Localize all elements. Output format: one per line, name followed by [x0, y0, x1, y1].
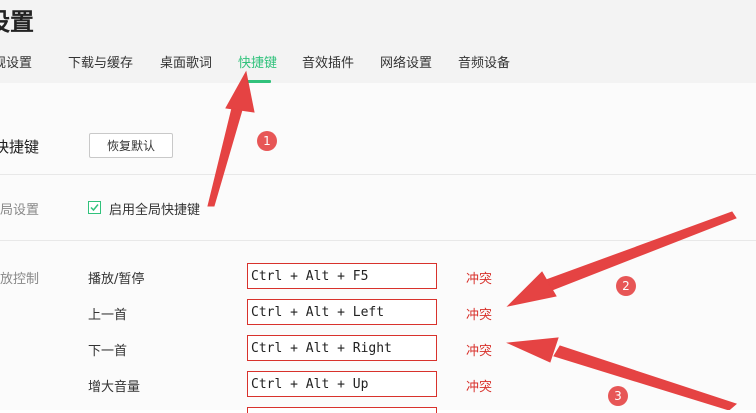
enable-global-hotkeys-checkbox[interactable]: [88, 201, 101, 214]
conflict-link-next[interactable]: 冲突: [466, 340, 492, 359]
hotkey-input-play-pause[interactable]: [247, 263, 437, 289]
restore-defaults-button[interactable]: 恢复默认: [89, 133, 173, 158]
tab-sound-plugins[interactable]: 音效插件: [302, 52, 354, 71]
enable-global-hotkeys-label: 启用全局快捷键: [109, 203, 201, 218]
playback-control-label: 播放控制: [0, 272, 40, 287]
hotkey-input-volume-up[interactable]: [247, 371, 437, 397]
conflict-link-previous[interactable]: 冲突: [466, 304, 492, 323]
tab-desktop-lyrics[interactable]: 桌面歌词: [160, 52, 212, 71]
divider: [0, 174, 756, 175]
page-title: 设置: [0, 8, 34, 36]
tab-general[interactable]: 常规设置: [0, 52, 32, 71]
divider: [0, 240, 756, 241]
annotation-badge-3: 3: [608, 386, 628, 406]
tab-audio-device[interactable]: 音频设备: [458, 52, 510, 71]
hotkey-name-previous: 上一首: [88, 308, 128, 323]
conflict-link-play-pause[interactable]: 冲突: [466, 268, 492, 287]
hotkey-name-volume-up: 增大音量: [88, 380, 141, 395]
checkmark-icon: [90, 204, 99, 212]
hotkey-input-partial: [247, 407, 437, 413]
annotation-badge-1: 1: [257, 131, 277, 151]
tab-hotkeys[interactable]: 快捷键: [238, 52, 277, 71]
hotkey-name-next: 下一首: [88, 344, 128, 359]
hotkey-name-play-pause: 播放/暂停: [88, 272, 145, 287]
tab-network[interactable]: 网络设置: [380, 52, 432, 71]
settings-header: 设置 常规设置 下载与缓存 桌面歌词 快捷键 音效插件 网络设置 音频设备: [0, 0, 756, 83]
hotkey-input-next[interactable]: [247, 335, 437, 361]
hotkey-input-previous[interactable]: [247, 299, 437, 325]
tab-download-cache[interactable]: 下载与缓存: [68, 52, 133, 71]
shortcut-section-label: 快捷键: [0, 138, 40, 156]
annotation-badge-2: 2: [616, 276, 636, 296]
global-settings-label: 全局设置: [0, 203, 40, 218]
conflict-link-volume-up[interactable]: 冲突: [466, 376, 492, 395]
